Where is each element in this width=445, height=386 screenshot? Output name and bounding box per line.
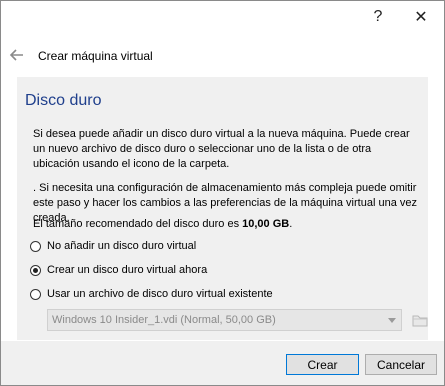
option-no-disk[interactable]: No añadir un disco duro virtual [30, 240, 196, 252]
radio-button[interactable] [30, 240, 41, 252]
recommended-size-text: El tamaño recomendado del disco duro es … [33, 217, 417, 232]
option-existing-disk[interactable]: Usar un archivo de disco duro virtual ex… [30, 288, 273, 300]
radio-button[interactable] [30, 288, 41, 300]
title-bar: ? ✕ [1, 1, 444, 35]
create-vm-dialog: ? ✕ Crear máquina virtual Disco duro Si … [0, 0, 445, 386]
recommended-size-value: 10,00 GB [242, 218, 290, 230]
help-icon: ? [373, 8, 383, 25]
close-icon: ✕ [414, 9, 428, 26]
description-text: Si desea puede añadir un disco duro virt… [33, 128, 410, 170]
wizard-title: Crear máquina virtual [38, 49, 153, 63]
back-arrow-icon[interactable] [7, 45, 27, 65]
recommended-size-prefix: El tamaño recomendado del disco duro es [33, 218, 243, 230]
close-button[interactable]: ✕ [404, 5, 438, 29]
radio-button-selected[interactable] [30, 264, 41, 276]
wizard-header: Crear máquina virtual [1, 35, 444, 77]
existing-disk-select[interactable]: Windows 10 Insider_1.vdi (Normal, 50,00 … [47, 309, 402, 331]
chevron-down-icon [388, 318, 396, 323]
help-button[interactable]: ? [361, 5, 395, 29]
option-label: No añadir un disco duro virtual [47, 240, 197, 252]
recommended-size-suffix: . [289, 218, 293, 230]
cancel-button[interactable]: Cancelar [365, 354, 437, 375]
button-bar: Crear Cancelar [1, 341, 444, 385]
create-button[interactable]: Crear [286, 354, 359, 375]
page-title: Disco duro [25, 92, 102, 109]
wizard-page: Disco duro Si desea puede añadir un disc… [17, 77, 428, 340]
option-create-disk[interactable]: Crear un disco duro virtual ahora [30, 264, 207, 276]
existing-disk-value: Windows 10 Insider_1.vdi (Normal, 50,00 … [52, 314, 276, 326]
folder-icon[interactable] [410, 309, 430, 331]
option-label: Usar un archivo de disco duro virtual ex… [47, 288, 273, 300]
option-label: Crear un disco duro virtual ahora [47, 264, 208, 276]
